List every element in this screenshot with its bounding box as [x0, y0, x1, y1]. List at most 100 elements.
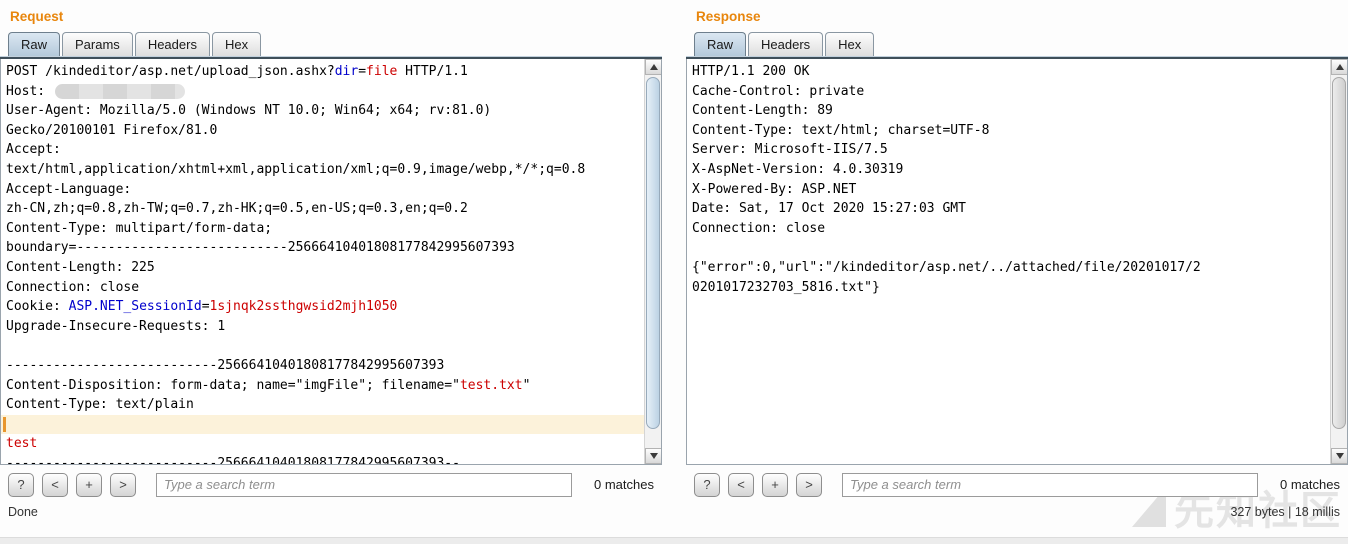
- text-segment: ---------------------------2566641040180…: [6, 358, 444, 373]
- request-tabs: RawParamsHeadersHex: [0, 30, 662, 56]
- search-input[interactable]: [156, 473, 572, 497]
- text-caret: [3, 417, 6, 432]
- text-segment: ---------------------------2566641040180…: [6, 456, 460, 464]
- editor-line: Accept:: [6, 140, 644, 160]
- text-segment: test: [6, 436, 37, 451]
- response-scrollbar[interactable]: [1330, 59, 1347, 464]
- text-segment: Host:: [6, 84, 53, 99]
- text-segment: HTTP/1.1: [397, 64, 467, 79]
- text-segment: Content-Type: multipart/form-data;: [6, 221, 272, 236]
- editor-line: Date: Sat, 17 Oct 2020 15:27:03 GMT: [692, 199, 1330, 219]
- editor-line: {"error":0,"url":"/kindeditor/asp.net/..…: [692, 258, 1330, 278]
- response-panel-title: Response: [686, 0, 1348, 30]
- scroll-up-button[interactable]: [1331, 59, 1348, 75]
- tab-hex[interactable]: Hex: [825, 32, 874, 56]
- editor-line: X-AspNet-Version: 4.0.30319: [692, 160, 1330, 180]
- tab-headers[interactable]: Headers: [748, 32, 823, 56]
- editor-line: Cookie: ASP.NET_SessionId=1sjnqk2ssthgws…: [6, 297, 644, 317]
- text-segment: Accept-Language:: [6, 182, 131, 197]
- editor-line: Gecko/20100101 Firefox/81.0: [6, 121, 644, 141]
- editor-line: [6, 336, 644, 356]
- editor-line: Upgrade-Insecure-Requests: 1: [6, 317, 644, 337]
- tab-raw[interactable]: Raw: [8, 32, 60, 56]
- request-scrollbar[interactable]: [644, 59, 661, 464]
- editor-line: 0201017232703_5816.txt"}: [692, 278, 1330, 298]
- scroll-up-button[interactable]: [645, 59, 662, 75]
- editor-line: boundary=---------------------------2566…: [6, 238, 644, 258]
- text-segment: text/html,application/xhtml+xml,applicat…: [6, 162, 585, 177]
- match-count: 0 matches: [582, 477, 654, 492]
- editor-line: [1, 415, 644, 435]
- text-segment: Accept:: [6, 142, 61, 157]
- search-prev-button[interactable]: <: [728, 473, 754, 497]
- text-segment: zh-CN,zh;q=0.8,zh-TW;q=0.7,zh-HK;q=0.5,e…: [6, 201, 468, 216]
- editor-line: Cache-Control: private: [692, 82, 1330, 102]
- search-next-button[interactable]: >: [110, 473, 136, 497]
- search-options-button[interactable]: +: [76, 473, 102, 497]
- text-segment: =: [202, 299, 210, 314]
- response-editor-content[interactable]: HTTP/1.1 200 OKCache-Control: privateCon…: [687, 59, 1330, 464]
- scrollbar-thumb[interactable]: [1332, 77, 1346, 429]
- match-count: 0 matches: [1268, 477, 1340, 492]
- editor-line: Content-Disposition: form-data; name="im…: [6, 376, 644, 396]
- text-segment: ": [523, 378, 531, 393]
- editor-line: POST /kindeditor/asp.net/upload_json.ash…: [6, 62, 644, 82]
- search-help-button[interactable]: ?: [694, 473, 720, 497]
- search-input[interactable]: [842, 473, 1258, 497]
- text-segment: ASP.NET_SessionId: [69, 299, 202, 314]
- text-segment: {"error":0,"url":"/kindeditor/asp.net/..…: [692, 260, 1201, 275]
- scroll-down-button[interactable]: [645, 448, 662, 464]
- text-segment: boundary=---------------------------2566…: [6, 240, 515, 255]
- editor-line: [692, 238, 1330, 258]
- tab-headers[interactable]: Headers: [135, 32, 210, 56]
- editor-line: Accept-Language:: [6, 180, 644, 200]
- request-search-row: ? < + > 0 matches: [0, 465, 662, 497]
- text-segment: Content-Length: 89: [692, 103, 833, 118]
- search-help-button[interactable]: ?: [8, 473, 34, 497]
- text-segment: Cookie:: [6, 299, 69, 314]
- editor-line: Content-Type: text/plain: [6, 395, 644, 415]
- text-segment: Connection: close: [692, 221, 825, 236]
- text-segment: Content-Type: text/html; charset=UTF-8: [692, 123, 989, 138]
- arrow-down-icon: [650, 453, 658, 459]
- request-editor-content[interactable]: POST /kindeditor/asp.net/upload_json.ash…: [1, 59, 644, 464]
- editor-line: HTTP/1.1 200 OK: [692, 62, 1330, 82]
- response-search-row: ? < + > 0 matches: [686, 465, 1348, 497]
- text-segment: =: [358, 64, 366, 79]
- text-segment: X-Powered-By: ASP.NET: [692, 182, 856, 197]
- request-editor[interactable]: POST /kindeditor/asp.net/upload_json.ash…: [0, 59, 662, 465]
- redacted-host: [55, 84, 185, 99]
- editor-line: zh-CN,zh;q=0.8,zh-TW;q=0.7,zh-HK;q=0.5,e…: [6, 199, 644, 219]
- text-segment: 0201017232703_5816.txt"}: [692, 280, 880, 295]
- text-segment: Content-Length: 225: [6, 260, 155, 275]
- tab-params[interactable]: Params: [62, 32, 133, 56]
- response-tabs: RawHeadersHex: [686, 30, 1348, 56]
- editor-line: ---------------------------2566641040180…: [6, 356, 644, 376]
- tab-hex[interactable]: Hex: [212, 32, 261, 56]
- response-status: 327 bytes | 18 millis: [686, 497, 1348, 519]
- editor-line: X-Powered-By: ASP.NET: [692, 180, 1330, 200]
- editor-line: Content-Length: 225: [6, 258, 644, 278]
- text-segment: User-Agent: Mozilla/5.0 (Windows NT 10.0…: [6, 103, 491, 118]
- search-prev-button[interactable]: <: [42, 473, 68, 497]
- response-editor[interactable]: HTTP/1.1 200 OKCache-Control: privateCon…: [686, 59, 1348, 465]
- editor-line: Content-Length: 89: [692, 101, 1330, 121]
- scrollbar-thumb[interactable]: [646, 77, 660, 429]
- arrow-up-icon: [650, 64, 658, 70]
- text-segment: HTTP/1.1 200 OK: [692, 64, 809, 79]
- text-segment: Date: Sat, 17 Oct 2020 15:27:03 GMT: [692, 201, 966, 216]
- search-next-button[interactable]: >: [796, 473, 822, 497]
- scroll-down-button[interactable]: [1331, 448, 1348, 464]
- arrow-down-icon: [1336, 453, 1344, 459]
- text-segment: test.txt: [460, 378, 523, 393]
- editor-line: Connection: close: [692, 219, 1330, 239]
- editor-line: Content-Type: text/html; charset=UTF-8: [692, 121, 1330, 141]
- search-options-button[interactable]: +: [762, 473, 788, 497]
- editor-line: Connection: close: [6, 278, 644, 298]
- tab-raw[interactable]: Raw: [694, 32, 746, 56]
- editor-line: ---------------------------2566641040180…: [6, 454, 644, 464]
- window-bottom-edge: [0, 537, 1348, 544]
- editor-line: Content-Type: multipart/form-data;: [6, 219, 644, 239]
- editor-line: User-Agent: Mozilla/5.0 (Windows NT 10.0…: [6, 101, 644, 121]
- request-status: Done: [0, 497, 662, 519]
